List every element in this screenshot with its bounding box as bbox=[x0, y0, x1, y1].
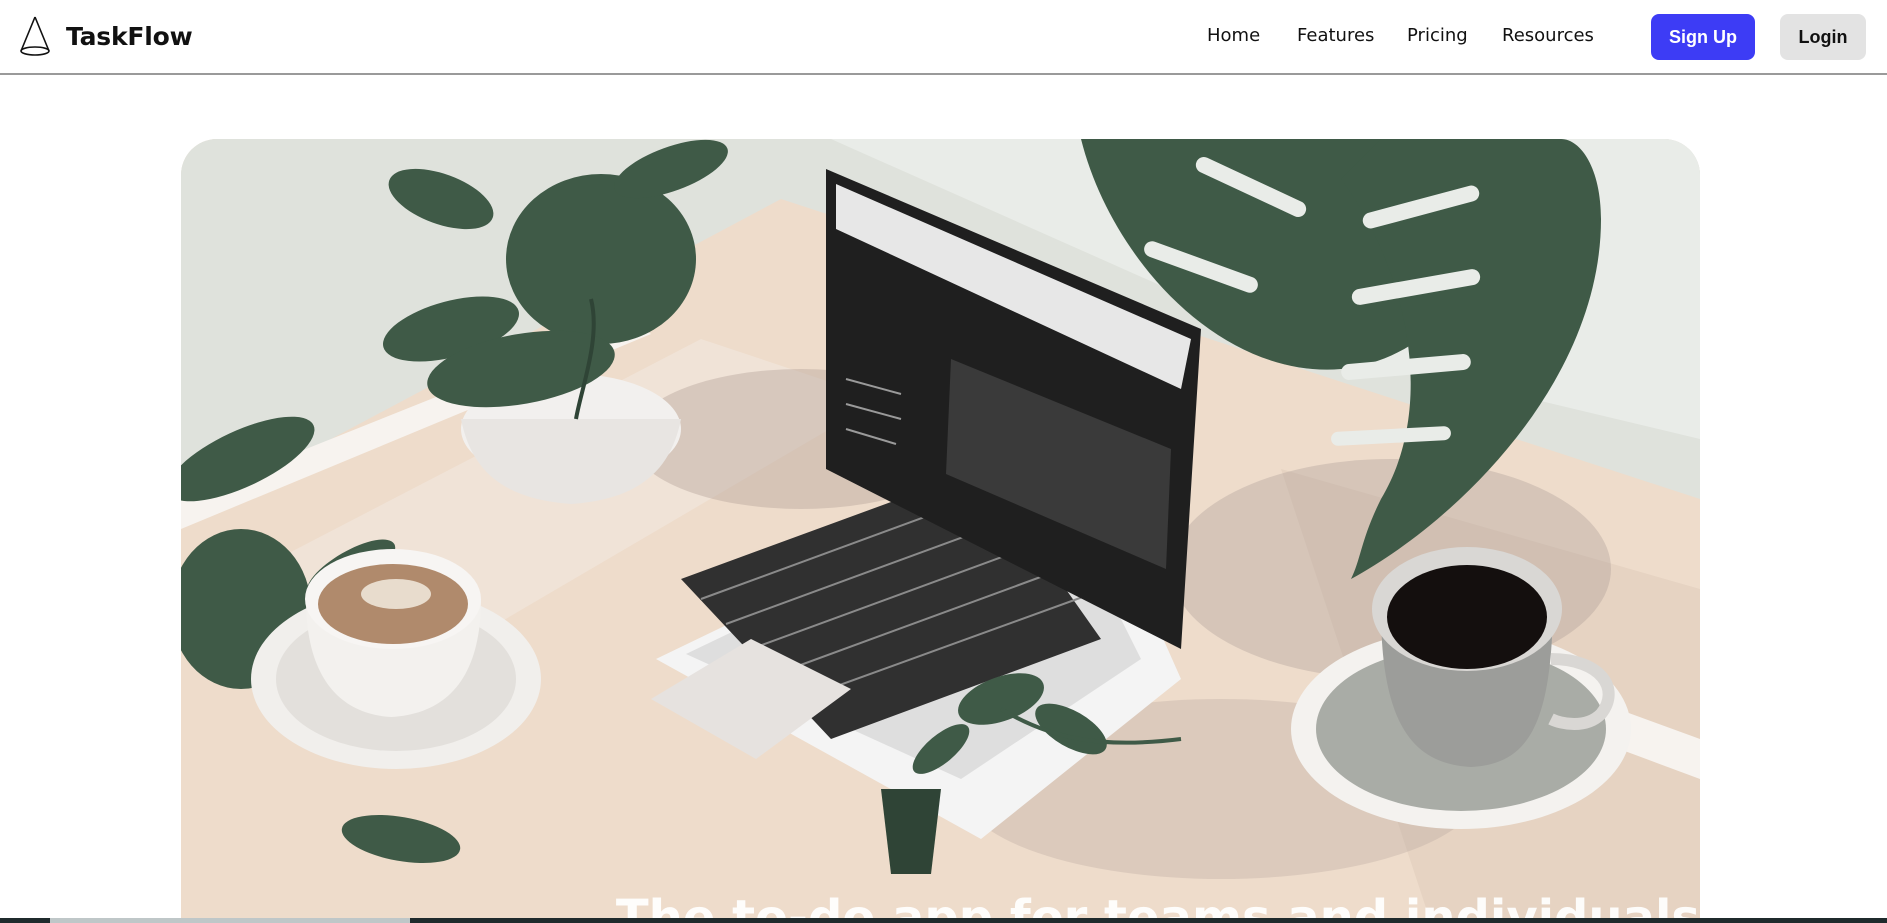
nav-link-pricing[interactable]: Pricing bbox=[1407, 25, 1502, 46]
cone-icon bbox=[20, 16, 50, 56]
top-navbar: TaskFlow Home Features Pricing Resources… bbox=[0, 0, 1887, 75]
nav-link-home[interactable]: Home bbox=[1207, 25, 1297, 46]
hero-section: The to-do app for teams and individuals bbox=[181, 139, 1700, 923]
main-nav: Home Features Pricing Resources bbox=[1207, 25, 1602, 46]
brand[interactable]: TaskFlow bbox=[16, 14, 193, 58]
login-button[interactable]: Login bbox=[1780, 14, 1866, 60]
nav-link-resources[interactable]: Resources bbox=[1502, 25, 1602, 46]
signup-button[interactable]: Sign Up bbox=[1651, 14, 1755, 60]
bottom-scrollbar[interactable] bbox=[0, 918, 1887, 923]
hero-illustration bbox=[181, 139, 1700, 923]
nav-link-features[interactable]: Features bbox=[1297, 25, 1407, 46]
brand-name: TaskFlow bbox=[66, 21, 193, 51]
scrollbar-thumb[interactable] bbox=[50, 918, 410, 923]
